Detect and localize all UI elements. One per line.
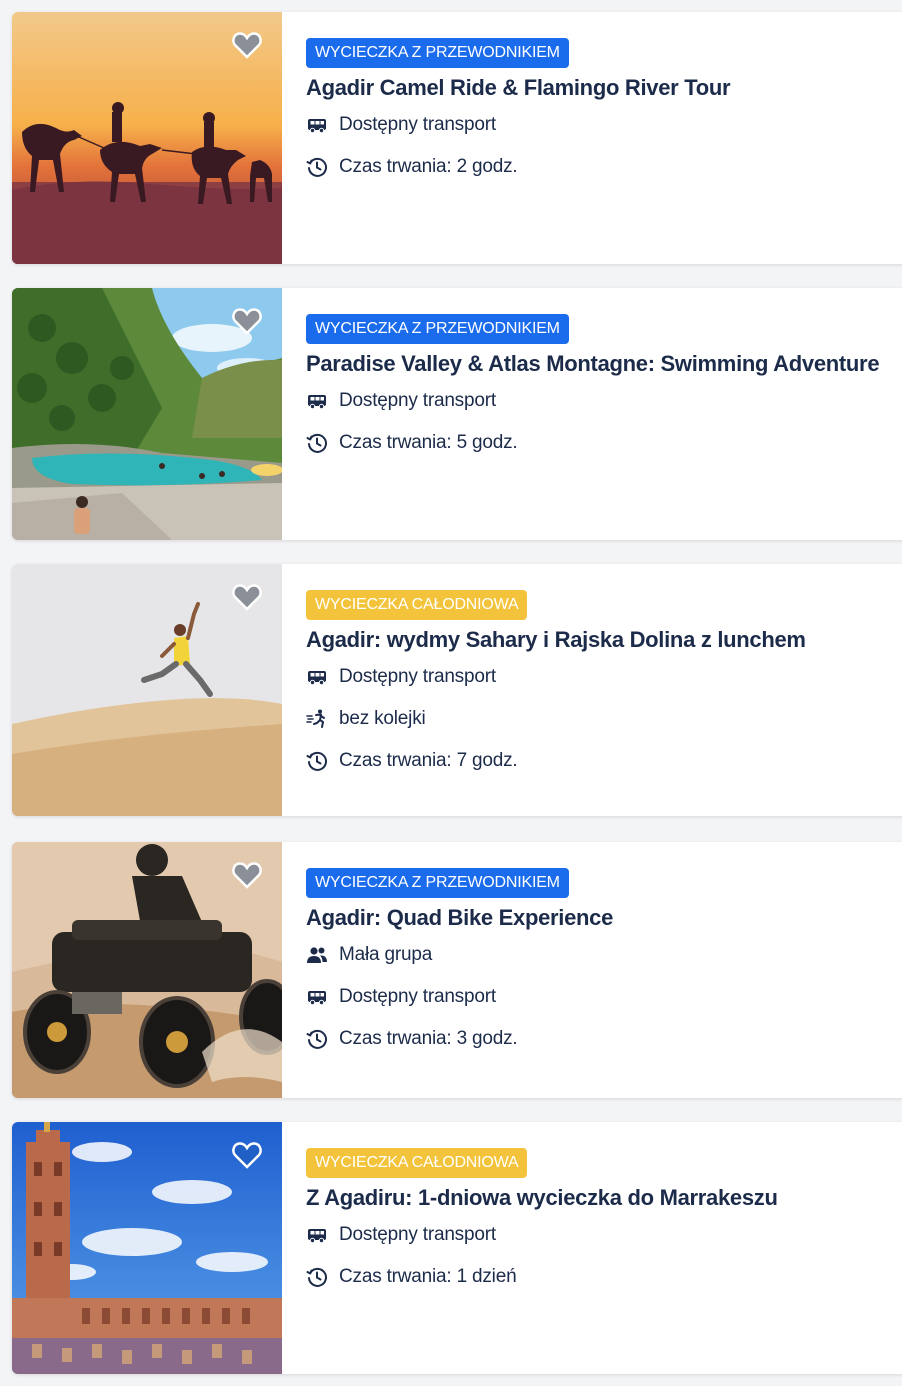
feature-label: Dostępny transport (339, 986, 496, 1007)
feature-group: Mała grupa (306, 934, 902, 976)
tour-card[interactable]: WYCIECZKA Z PRZEWODNIKIEM Agadir: Quad B… (12, 842, 902, 1098)
tour-card[interactable]: WYCIECZKA CAŁODNIOWA Agadir: wydmy Sahar… (12, 564, 902, 816)
tour-info: WYCIECZKA Z PRZEWODNIKIEM Agadir: Quad B… (306, 868, 902, 1060)
tour-title[interactable]: Paradise Valley & Atlas Montagne: Swimmi… (306, 348, 902, 380)
feature-transport: Dostępny transport (306, 1214, 902, 1256)
bus-icon (306, 986, 328, 1008)
feature-transport: Dostępny transport (306, 656, 902, 698)
favorite-heart-icon[interactable] (230, 304, 264, 338)
feature-label: Czas trwania: 2 godz. (339, 156, 518, 177)
tour-list: WYCIECZKA Z PRZEWODNIKIEM Agadir Camel R… (0, 0, 902, 1386)
clock-icon (306, 1028, 328, 1050)
group-icon (306, 944, 328, 966)
tour-card[interactable]: WYCIECZKA Z PRZEWODNIKIEM Agadir Camel R… (12, 12, 902, 264)
feature-duration: Czas trwania: 1 dzień (306, 1256, 902, 1298)
feature-transport: Dostępny transport (306, 104, 902, 146)
feature-label: Dostępny transport (339, 390, 496, 411)
feature-skip-line: bez kolejki (306, 698, 902, 740)
feature-label: Dostępny transport (339, 1224, 496, 1245)
feature-duration: Czas trwania: 2 godz. (306, 146, 902, 188)
feature-label: Czas trwania: 3 godz. (339, 1028, 518, 1049)
tour-card[interactable]: WYCIECZKA Z PRZEWODNIKIEM Paradise Valle… (12, 288, 902, 540)
feature-label: Dostępny transport (339, 114, 496, 135)
bus-icon (306, 666, 328, 688)
tour-type-badge: WYCIECZKA Z PRZEWODNIKIEM (306, 868, 569, 898)
feature-label: bez kolejki (339, 708, 426, 729)
tour-card[interactable]: WYCIECZKA CAŁODNIOWA Z Agadiru: 1-dniowa… (12, 1122, 902, 1374)
bus-icon (306, 114, 328, 136)
tour-image-marrakesh[interactable] (12, 1122, 282, 1374)
feature-label: Czas trwania: 7 godz. (339, 750, 518, 771)
favorite-heart-icon[interactable] (230, 580, 264, 614)
clock-icon (306, 1266, 328, 1288)
tour-image-desert-jump[interactable] (12, 564, 282, 816)
tour-title[interactable]: Z Agadiru: 1-dniowa wycieczka do Marrake… (306, 1182, 902, 1214)
feature-label: Czas trwania: 5 godz. (339, 432, 518, 453)
tour-title[interactable]: Agadir: wydmy Sahary i Rajska Dolina z l… (306, 624, 902, 656)
tour-info: WYCIECZKA CAŁODNIOWA Z Agadiru: 1-dniowa… (306, 1148, 902, 1298)
feature-duration: Czas trwania: 3 godz. (306, 1018, 902, 1060)
tour-type-badge: WYCIECZKA CAŁODNIOWA (306, 1148, 528, 1178)
tour-image-paradise-valley[interactable] (12, 288, 282, 540)
clock-icon (306, 156, 328, 178)
clock-icon (306, 750, 328, 772)
tour-type-badge: WYCIECZKA CAŁODNIOWA (306, 590, 528, 620)
tour-info: WYCIECZKA Z PRZEWODNIKIEM Paradise Valle… (306, 314, 902, 464)
feature-label: Mała grupa (339, 944, 433, 965)
tour-title[interactable]: Agadir: Quad Bike Experience (306, 902, 902, 934)
tour-info: WYCIECZKA CAŁODNIOWA Agadir: wydmy Sahar… (306, 590, 902, 782)
feature-duration: Czas trwania: 7 godz. (306, 740, 902, 782)
tour-type-badge: WYCIECZKA Z PRZEWODNIKIEM (306, 314, 569, 344)
bus-icon (306, 1224, 328, 1246)
feature-transport: Dostępny transport (306, 976, 902, 1018)
tour-type-badge: WYCIECZKA Z PRZEWODNIKIEM (306, 38, 569, 68)
favorite-heart-icon[interactable] (230, 28, 264, 62)
tour-image-camel[interactable] (12, 12, 282, 264)
tour-info: WYCIECZKA Z PRZEWODNIKIEM Agadir Camel R… (306, 38, 902, 188)
favorite-heart-icon[interactable] (230, 1138, 264, 1172)
feature-label: Czas trwania: 1 dzień (339, 1266, 517, 1287)
feature-transport: Dostępny transport (306, 380, 902, 422)
feature-duration: Czas trwania: 5 godz. (306, 422, 902, 464)
clock-icon (306, 432, 328, 454)
bus-icon (306, 390, 328, 412)
feature-label: Dostępny transport (339, 666, 496, 687)
favorite-heart-icon[interactable] (230, 858, 264, 892)
tour-image-quad-bike[interactable] (12, 842, 282, 1098)
tour-title[interactable]: Agadir Camel Ride & Flamingo River Tour (306, 72, 902, 104)
skip-line-icon (306, 708, 328, 730)
